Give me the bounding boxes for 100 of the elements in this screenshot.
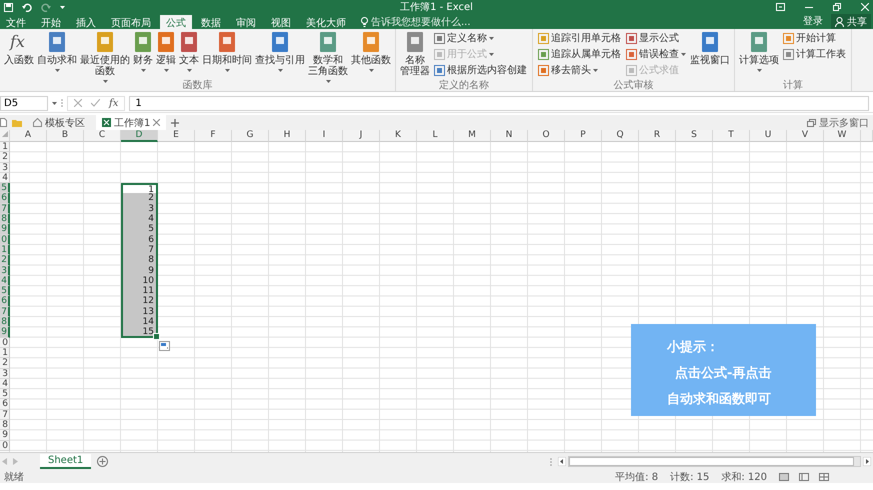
restore-icon[interactable] (833, 3, 841, 11)
column-header[interactable]: I (306, 130, 343, 142)
ribbon-display-icon[interactable] (776, 3, 785, 11)
row-header[interactable]: 8 (0, 317, 10, 328)
column-header[interactable]: H (269, 130, 306, 142)
command-button[interactable]: 计算选项 (738, 31, 780, 74)
column-header[interactable]: P (565, 130, 602, 142)
column-header[interactable]: E (158, 130, 195, 142)
command-button[interactable]: 显示公式 (626, 31, 686, 45)
row-header[interactable]: 1 (0, 142, 10, 152)
command-button[interactable]: 移去箭头 (538, 63, 621, 77)
row-header[interactable]: 7 (0, 306, 10, 318)
spreadsheet-cell[interactable]: 12 (121, 296, 158, 307)
spreadsheet-cell[interactable]: 2 (121, 193, 158, 204)
command-button[interactable]: 监视窗口 (689, 31, 731, 66)
spreadsheet-cell[interactable]: 7 (121, 244, 158, 256)
command-button[interactable]: fx 入函数 (3, 31, 35, 66)
add-sheet-icon[interactable] (97, 456, 108, 467)
sheet-tab[interactable]: Sheet1 (40, 454, 92, 469)
row-header[interactable]: 6 (0, 399, 10, 410)
command-button[interactable]: 根据所选内容创建 (434, 63, 527, 77)
column-header[interactable]: J (343, 130, 380, 142)
command-button[interactable]: 文本 (178, 31, 200, 74)
column-header[interactable]: T (713, 130, 750, 142)
row-header[interactable]: 4 (0, 378, 10, 390)
spreadsheet-cell[interactable]: 8 (121, 255, 158, 266)
ribbon-tab[interactable]: 视图 (265, 15, 297, 29)
column-header[interactable]: G (232, 130, 269, 142)
column-header[interactable]: S (676, 130, 713, 142)
insert-function-button[interactable]: fx (109, 98, 118, 108)
ribbon-tab[interactable]: 插入 (70, 15, 102, 29)
column-header[interactable]: B (47, 130, 84, 142)
row-header[interactable]: 3 (0, 266, 10, 276)
row-header[interactable]: 4 (0, 276, 10, 286)
fill-handle[interactable] (153, 332, 160, 340)
spreadsheet-cell[interactable]: 5 (121, 224, 158, 235)
page-layout-icon[interactable] (799, 472, 809, 480)
column-header[interactable]: R (639, 130, 676, 142)
command-button[interactable]: 自动求和 (36, 31, 78, 74)
ribbon-tab[interactable]: 公式 (160, 15, 192, 29)
command-button[interactable]: 开始计算 (783, 31, 846, 45)
row-header[interactable]: 2 (0, 152, 10, 163)
command-button[interactable]: 定义名称 (434, 31, 527, 45)
spreadsheet-cell[interactable]: 10 (121, 276, 158, 286)
command-button[interactable]: 追踪从属单元格 (538, 47, 621, 61)
spreadsheet-cell[interactable]: 1 (121, 183, 158, 194)
customize-icon[interactable] (60, 5, 65, 9)
row-header[interactable]: 3 (0, 368, 10, 379)
row-header[interactable]: 6 (0, 296, 10, 307)
command-button[interactable]: 其他函数 (350, 31, 392, 74)
row-header[interactable]: 2 (0, 358, 10, 369)
command-button[interactable]: 查找与引用 (254, 31, 306, 74)
row-header[interactable]: 1 (0, 244, 10, 256)
column-header[interactable]: A (10, 130, 47, 142)
column-header[interactable]: F (195, 130, 232, 142)
row-header[interactable]: 5 (0, 183, 10, 194)
row-header[interactable]: 0 (0, 440, 10, 451)
row-header[interactable]: 9 (0, 430, 10, 441)
row-header[interactable]: 5 (0, 286, 10, 296)
row-header[interactable]: 7 (0, 410, 10, 420)
row-header[interactable]: 9 (0, 224, 10, 235)
row-header[interactable]: 6 (0, 193, 10, 204)
save-icon[interactable] (4, 2, 13, 12)
row-header[interactable]: 7 (0, 204, 10, 214)
command-button[interactable]: 计算工作表 (783, 47, 846, 61)
row-header[interactable]: 0 (0, 338, 10, 348)
cancel-icon[interactable] (74, 99, 82, 107)
command-button[interactable]: 数学和 三角函数 (307, 31, 349, 85)
spreadsheet-cell[interactable]: 11 (121, 286, 158, 296)
ribbon-tab[interactable]: 美化大师 (300, 15, 352, 29)
sign-in-link[interactable]: 登录 (803, 14, 823, 30)
row-header[interactable]: 3 (0, 162, 10, 173)
command-button[interactable]: 日期和时间 (201, 31, 253, 74)
row-header[interactable]: 0 (0, 234, 10, 245)
quick-analysis-icon[interactable] (159, 340, 170, 351)
tell-me-field[interactable]: 告诉我您想要做什么... (371, 16, 501, 28)
column-header[interactable]: U (750, 130, 787, 142)
column-header[interactable]: V (787, 130, 824, 142)
column-header[interactable]: N (491, 130, 528, 142)
ribbon-tab[interactable]: 开始 (35, 15, 67, 29)
horizontal-scrollbar[interactable] (568, 456, 861, 467)
spreadsheet-cell[interactable]: 4 (121, 214, 158, 224)
share-button[interactable]: 共享 (831, 14, 871, 29)
spreadsheet-cell[interactable]: 14 (121, 317, 158, 328)
ribbon-tab[interactable]: 页面布局 (105, 15, 157, 29)
ribbon-tab[interactable]: 审阅 (230, 15, 262, 29)
spreadsheet-cell[interactable]: 3 (121, 204, 158, 214)
ribbon-tab[interactable]: 文件 (0, 15, 32, 29)
column-header[interactable]: C (84, 130, 121, 142)
document-tab[interactable]: 工作簿1 (96, 115, 166, 130)
scroll-left-icon[interactable] (558, 457, 566, 466)
column-header[interactable]: D (121, 130, 158, 142)
command-button[interactable]: 财务 (132, 31, 154, 74)
show-windows-button[interactable]: 显示多窗口 (807, 116, 869, 130)
page-break-icon[interactable] (819, 472, 829, 480)
row-header[interactable]: 4 (0, 172, 10, 184)
scroll-right-icon[interactable] (863, 457, 871, 466)
command-button[interactable]: 错误检查 (626, 47, 686, 61)
column-header[interactable]: K (380, 130, 417, 142)
command-button[interactable]: 逻辑 (155, 31, 177, 74)
